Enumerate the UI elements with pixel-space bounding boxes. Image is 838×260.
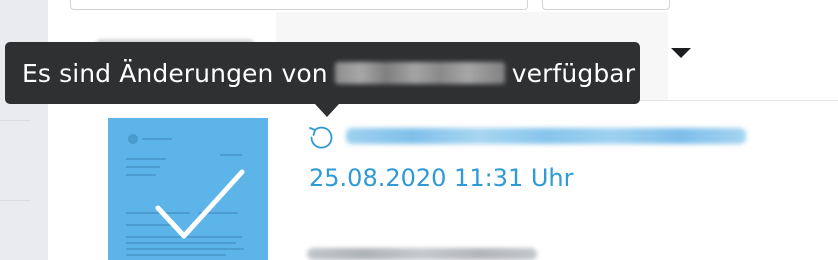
top-input-field[interactable] xyxy=(70,0,528,10)
redacted-user-name xyxy=(334,62,505,84)
tooltip-text-prefix: Es sind Änderungen von xyxy=(22,58,328,88)
top-select-field[interactable] xyxy=(542,0,670,10)
caret-down-icon[interactable] xyxy=(671,48,691,58)
left-rail xyxy=(0,0,48,260)
document-title[interactable] xyxy=(346,128,746,144)
checkmark-icon xyxy=(155,169,245,239)
changes-tooltip: Es sind Änderungen von verfügbar xyxy=(5,42,640,117)
document-datetime: 25.08.2020 11:31 Uhr xyxy=(309,164,574,192)
left-divider xyxy=(0,120,30,121)
tooltip-text-suffix: verfügbar xyxy=(511,58,636,88)
refresh-icon[interactable] xyxy=(307,124,335,152)
document-meta xyxy=(307,248,537,260)
left-divider xyxy=(0,200,30,201)
document-thumbnail[interactable] xyxy=(108,118,268,260)
